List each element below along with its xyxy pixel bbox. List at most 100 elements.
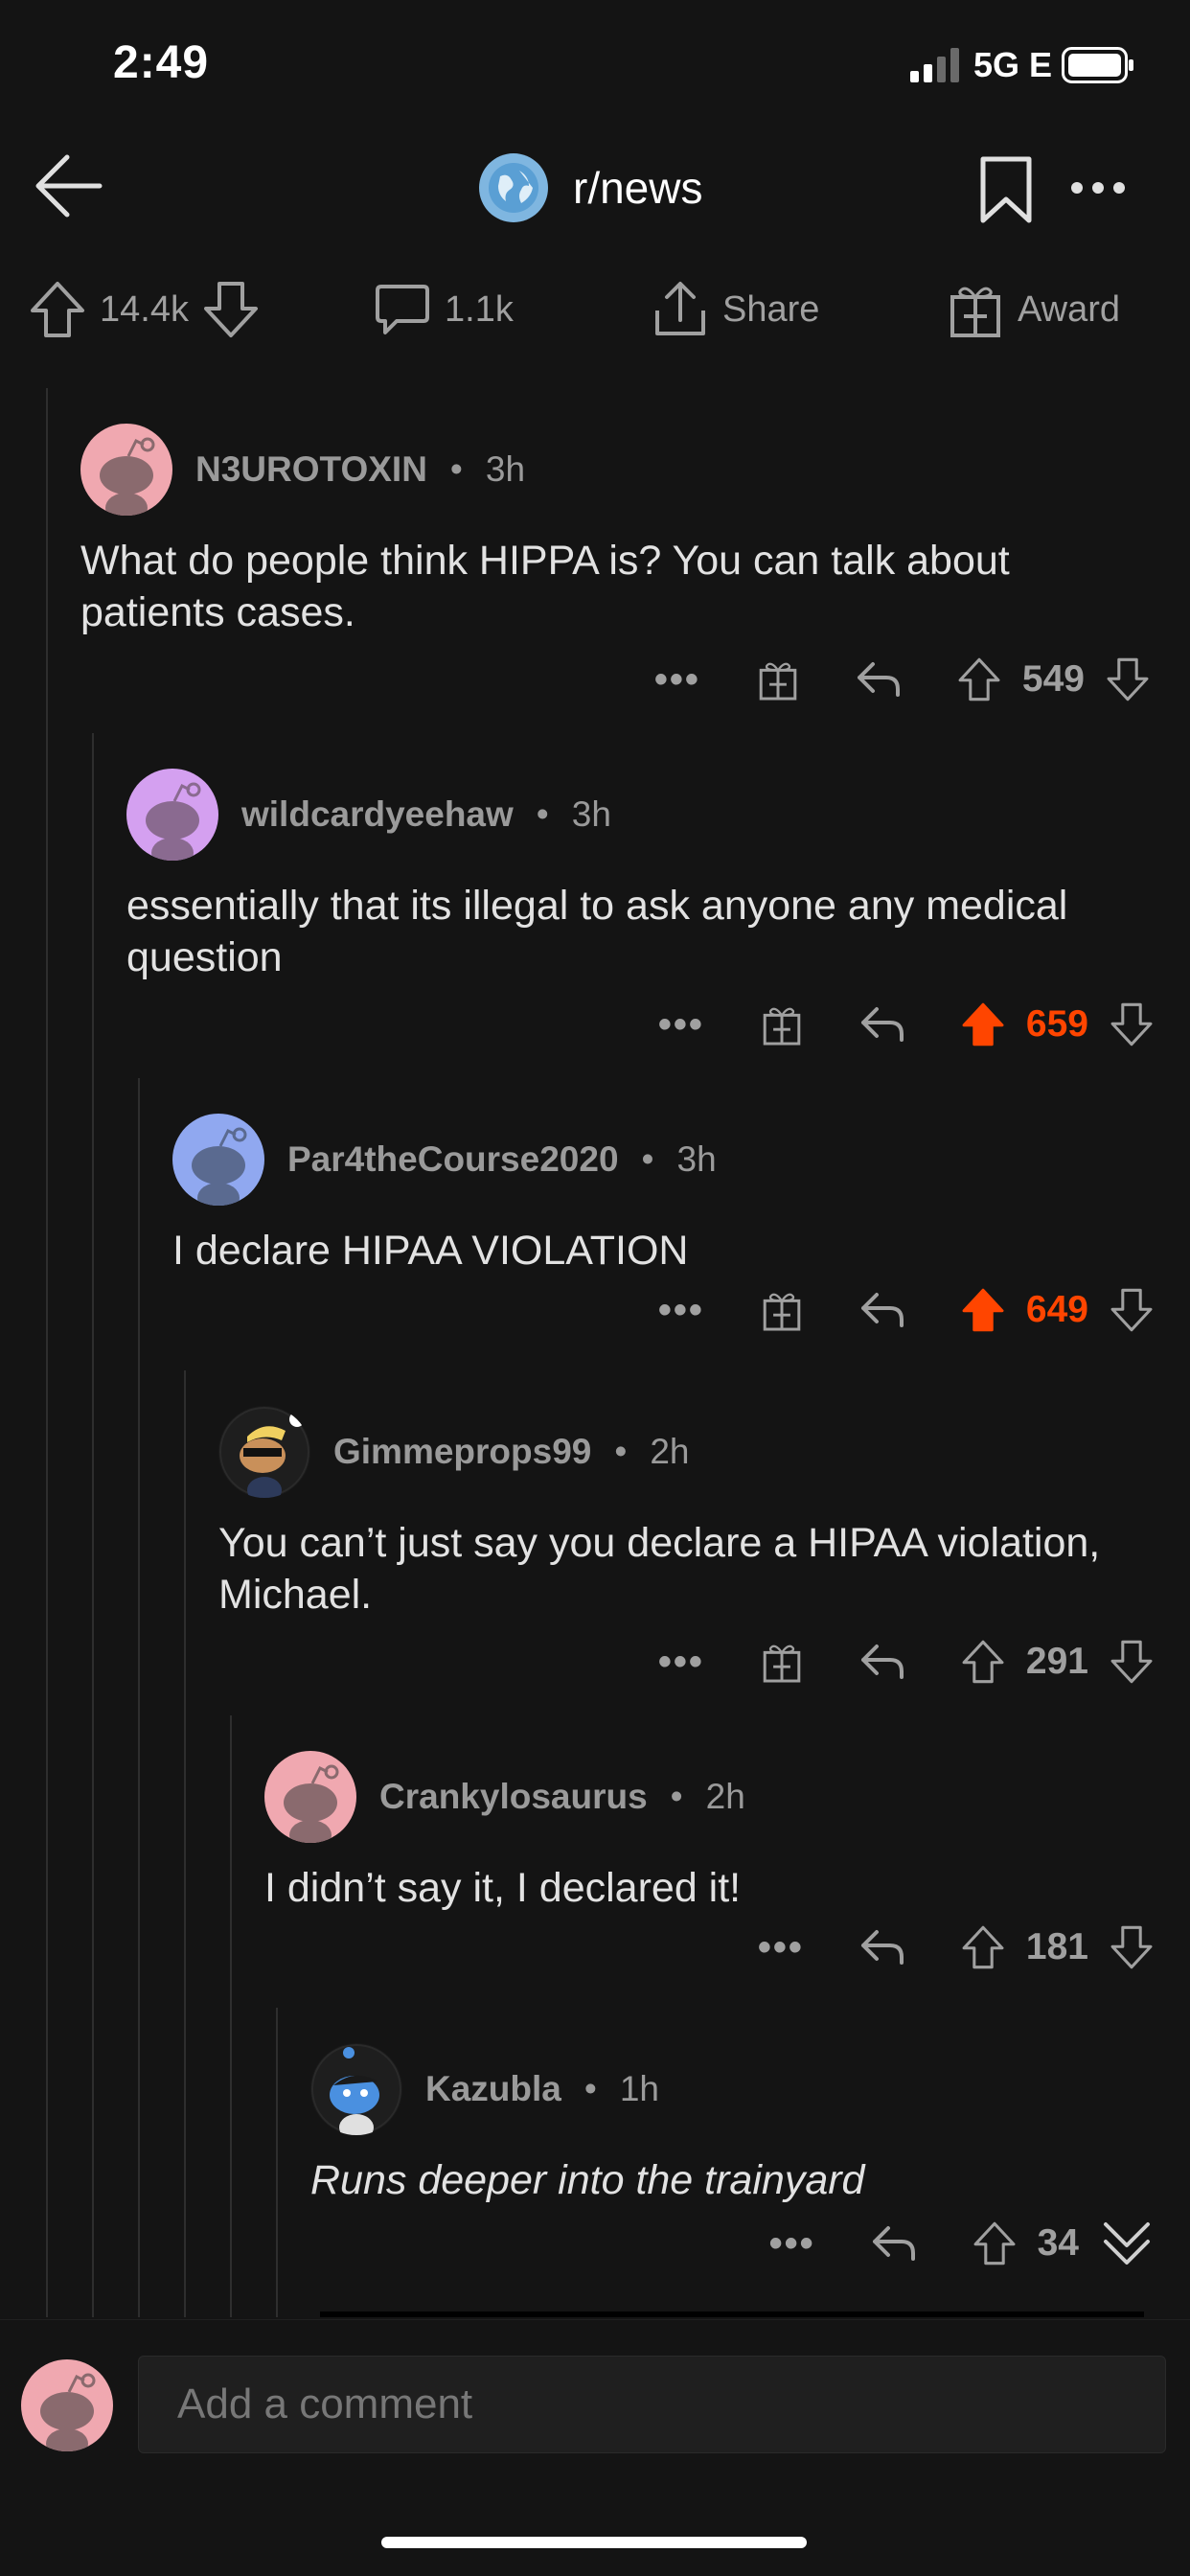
reply-icon [860, 1007, 904, 1042]
battery-icon [1062, 47, 1134, 83]
comment-count: 1.1k [445, 288, 514, 330]
more-options-button[interactable]: ••• [658, 1003, 704, 1046]
comment-body: I didn’t say it, I declared it! [264, 1865, 742, 1911]
vote-group: 291 [961, 1638, 1154, 1686]
comment-header: wildcardyeehaw • 3h [126, 767, 1154, 862]
comment-actions: ••• 549 [77, 646, 1150, 713]
upvote-icon[interactable] [957, 656, 1001, 703]
more-options-button[interactable] [1069, 180, 1127, 196]
reply-button[interactable] [859, 1291, 905, 1329]
username[interactable]: Par4theCourse2020 [287, 1139, 619, 1180]
upvote-filled-icon[interactable] [961, 1286, 1005, 1334]
comment-header: Par4theCourse2020 • 3h [172, 1112, 1154, 1208]
more-options-button[interactable]: ••• [654, 658, 700, 702]
upvote-icon[interactable] [29, 280, 86, 339]
subreddit-icon [479, 153, 548, 222]
comment-age: 2h [705, 1777, 745, 1816]
award-button[interactable] [760, 1640, 804, 1684]
downvote-icon[interactable] [1110, 1000, 1154, 1048]
comment-score: 649 [1025, 1289, 1088, 1330]
share-label: Share [722, 288, 820, 330]
avatar[interactable] [126, 769, 218, 861]
share-icon [655, 282, 705, 335]
comment-body: essentially that its illegal to ask anyo… [126, 883, 1068, 980]
upvote-icon[interactable] [961, 1638, 1005, 1686]
divider [320, 2312, 1144, 2317]
comment: wildcardyeehaw • 3h essentially that its… [126, 767, 1154, 1058]
thread-line[interactable] [138, 1078, 140, 2317]
more-options-button[interactable]: ••• [658, 1289, 704, 1332]
reply-icon [860, 1930, 904, 1965]
username[interactable]: N3UROTOXIN [195, 449, 427, 490]
snoo-avatar-icon [192, 1127, 247, 1206]
avatar[interactable] [310, 2043, 402, 2135]
username[interactable]: Crankylosaurus [379, 1777, 648, 1817]
vote-group: 549 [957, 656, 1150, 703]
username[interactable]: Kazubla [425, 2069, 561, 2109]
award-button[interactable] [756, 657, 800, 702]
avatar[interactable] [218, 1406, 310, 1498]
separator-dot: • [449, 449, 463, 489]
snoo-avatar-icon [284, 1764, 339, 1843]
comment-age: 2h [650, 1432, 690, 1471]
comment-header: Gimmeprops99 • 2h [218, 1404, 1154, 1500]
comment-actions: ••• 649 [172, 1276, 1154, 1344]
thread-line[interactable] [46, 388, 48, 2317]
comment-score: 659 [1025, 1003, 1088, 1045]
gift-icon [950, 287, 1000, 337]
reply-button[interactable] [859, 1643, 905, 1681]
avatar[interactable] [172, 1114, 264, 1206]
comment-age: 1h [619, 2069, 659, 2108]
avatar[interactable] [80, 424, 172, 516]
reply-icon [857, 662, 900, 697]
subreddit-header[interactable]: r/news [479, 153, 702, 222]
comment-icon [376, 285, 429, 334]
snoo-avatar-icon [146, 782, 201, 861]
collapse-chevron-icon[interactable] [1100, 2217, 1154, 2270]
downvote-icon[interactable] [1110, 1638, 1154, 1686]
award-button[interactable] [760, 1002, 804, 1046]
award-button[interactable] [760, 1288, 804, 1332]
more-options-button[interactable]: ••• [758, 1926, 804, 1969]
separator-dot: • [614, 1432, 628, 1471]
share-button[interactable]: Share [652, 276, 819, 343]
home-indicator[interactable] [381, 2537, 807, 2548]
comment-actions: ••• 291 [218, 1628, 1154, 1695]
reply-icon [860, 1644, 904, 1679]
thread-line[interactable] [276, 2008, 278, 2317]
bookmark-button[interactable] [979, 155, 1033, 224]
thread-line[interactable] [230, 1715, 232, 2317]
comment-actions: ••• 34 [310, 2210, 1154, 2277]
upvote-icon[interactable] [973, 2220, 1017, 2267]
reply-button[interactable] [859, 1005, 905, 1044]
avatar[interactable] [264, 1751, 356, 1843]
reply-button[interactable] [871, 2224, 917, 2263]
upvote-icon[interactable] [961, 1923, 1005, 1971]
vote-group: 659 [961, 1000, 1154, 1048]
username[interactable]: Gimmeprops99 [333, 1432, 591, 1472]
add-comment-input[interactable]: Add a comment [138, 2356, 1166, 2453]
reply-icon [872, 2226, 915, 2261]
thread-line[interactable] [184, 1370, 186, 2317]
thread-line[interactable] [92, 733, 94, 2317]
downvote-icon[interactable] [1106, 656, 1150, 703]
comment: Kazubla • 1h Runs deeper into the trainy… [310, 2041, 1154, 2277]
award-button[interactable]: Award [947, 276, 1120, 343]
more-options-button[interactable]: ••• [769, 2222, 815, 2266]
snoo-avatar-icon [100, 437, 155, 516]
comments-button[interactable]: 1.1k [374, 276, 514, 343]
reply-button[interactable] [859, 1928, 905, 1966]
downvote-icon[interactable] [1110, 1286, 1154, 1334]
username[interactable]: wildcardyeehaw [241, 794, 514, 835]
network-type: 5G E [973, 45, 1053, 84]
back-button[interactable] [34, 151, 103, 220]
reply-button[interactable] [856, 660, 902, 699]
signal-icon [910, 48, 959, 82]
more-options-button[interactable]: ••• [658, 1641, 704, 1684]
upvote-filled-icon[interactable] [961, 1000, 1005, 1048]
snoo-avatar-icon [311, 2044, 401, 2135]
current-user-avatar[interactable] [21, 2359, 113, 2451]
downvote-icon[interactable] [1110, 1923, 1154, 1971]
comment-body: What do people think HIPPA is? You can t… [80, 538, 1010, 635]
downvote-icon[interactable] [202, 280, 260, 339]
